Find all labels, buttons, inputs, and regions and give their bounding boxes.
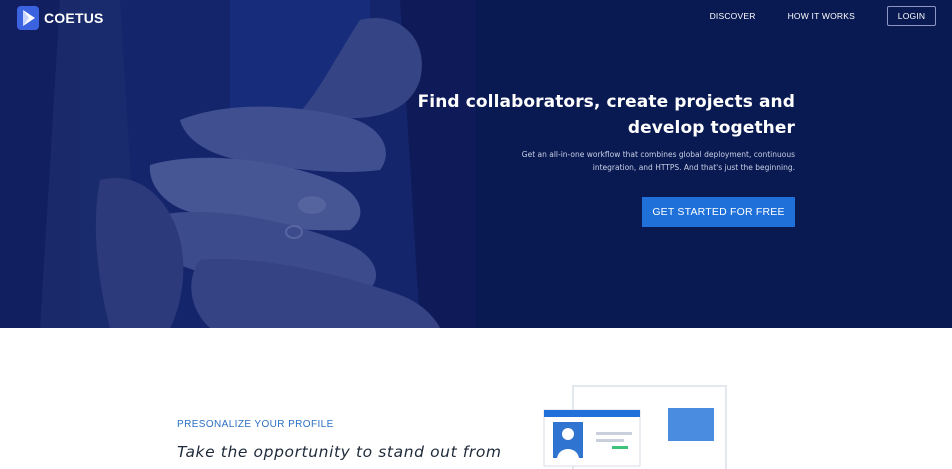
brand-name: COETUS bbox=[44, 10, 104, 26]
profile-card-illustration bbox=[543, 385, 727, 469]
stacked-hands-illustration bbox=[0, 0, 476, 328]
top-nav: DISCOVER HOW IT WORKS LOGIN bbox=[710, 6, 936, 26]
nav-how-it-works-link[interactable]: HOW IT WORKS bbox=[788, 11, 855, 21]
hero-subtitle: Get an all-in-one workflow that combines… bbox=[521, 150, 795, 172]
section-lead: Take the opportunity to stand out from bbox=[177, 443, 502, 461]
hero-image bbox=[0, 0, 476, 328]
logo[interactable]: COETUS bbox=[16, 5, 104, 31]
login-button[interactable]: LOGIN bbox=[887, 6, 936, 26]
nav-discover-link[interactable]: DISCOVER bbox=[710, 11, 756, 21]
hero-title: Find collaborators, create projects and … bbox=[417, 92, 795, 138]
hero-section: COETUS DISCOVER HOW IT WORKS LOGIN Find … bbox=[0, 0, 952, 328]
section-eyebrow: PRESONALIZE YOUR PROFILE bbox=[177, 419, 334, 430]
play-logo-icon bbox=[17, 6, 39, 30]
get-started-button[interactable]: GET STARTED FOR FREE bbox=[642, 197, 795, 227]
